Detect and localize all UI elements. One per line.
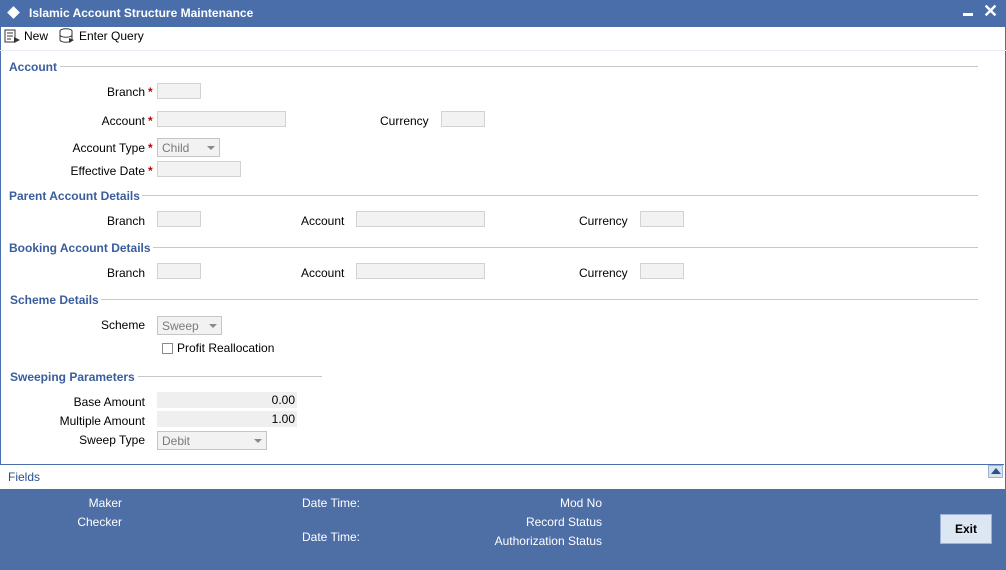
- window-diamond-icon: [7, 6, 20, 19]
- booking-currency-label: Currency: [579, 266, 628, 280]
- parent-account-label: Account: [301, 214, 345, 228]
- account-section-divider: [60, 66, 978, 67]
- base-amount-field[interactable]: 0.00: [157, 392, 297, 408]
- collapse-up-icon[interactable]: [988, 465, 1003, 478]
- parent-currency-label: Currency: [579, 214, 628, 228]
- new-icon: [4, 29, 20, 43]
- enter-query-label: Enter Query: [79, 29, 144, 43]
- account-currency-label: Currency: [380, 114, 429, 128]
- account-branch-label: Branch: [106, 85, 145, 99]
- booking-section-divider: [148, 247, 978, 248]
- maker-label: Maker: [88, 496, 122, 510]
- booking-account-field[interactable]: [356, 263, 485, 279]
- account-currency-field[interactable]: [441, 111, 485, 127]
- enter-query-icon: [59, 28, 74, 43]
- exit-button[interactable]: Exit: [940, 514, 992, 544]
- sweeping-section-title: Sweeping Parameters: [10, 370, 137, 384]
- chevron-down-icon: [254, 439, 262, 443]
- enter-query-button[interactable]: Enter Query: [58, 28, 148, 44]
- window-title: Islamic Account Structure Maintenance: [29, 6, 254, 20]
- effective-date-field[interactable]: [157, 161, 241, 177]
- account-section-title: Account: [9, 60, 59, 74]
- required-marker: *: [148, 114, 153, 128]
- fields-link[interactable]: Fields: [8, 470, 40, 484]
- fields-bar: [0, 464, 1004, 489]
- chevron-down-icon: [207, 146, 215, 150]
- scheme-select[interactable]: Sweep: [157, 316, 222, 335]
- parent-section-divider: [140, 195, 978, 196]
- profit-reallocation-label: Profit Reallocation: [177, 341, 275, 355]
- profit-reallocation-checkbox[interactable]: [162, 343, 173, 354]
- multiple-amount-label: Multiple Amount: [59, 414, 145, 428]
- parent-branch-field[interactable]: [157, 211, 201, 227]
- maker-date-time-label: Date Time:: [302, 496, 361, 510]
- booking-branch-label: Branch: [106, 266, 145, 280]
- parent-branch-label: Branch: [106, 214, 145, 228]
- sweep-type-value: Debit: [162, 434, 191, 448]
- account-type-select[interactable]: Child: [157, 138, 220, 157]
- authorization-status-label: Authorization Status: [494, 534, 602, 548]
- account-account-field[interactable]: [157, 111, 286, 127]
- window-title-bar: Islamic Account Structure Maintenance ✕: [0, 0, 1006, 27]
- parent-currency-field[interactable]: [640, 211, 684, 227]
- booking-account-label: Account: [301, 266, 345, 280]
- close-icon[interactable]: ✕: [983, 2, 998, 20]
- sweep-type-label: Sweep Type: [79, 433, 145, 447]
- account-branch-field[interactable]: [157, 83, 201, 99]
- record-status-label: Record Status: [525, 515, 602, 529]
- required-marker: *: [148, 85, 153, 99]
- audit-footer: Maker Checker Date Time: Date Time: Mod …: [0, 489, 1006, 570]
- required-marker: *: [148, 164, 153, 178]
- parent-section-title: Parent Account Details: [9, 189, 142, 203]
- booking-branch-field[interactable]: [157, 263, 201, 279]
- effective-date-label: Effective Date: [70, 164, 145, 178]
- required-marker: *: [148, 141, 153, 155]
- base-amount-label: Base Amount: [73, 395, 145, 409]
- scheme-section-title: Scheme Details: [10, 293, 101, 307]
- account-type-label: Account Type: [72, 141, 146, 155]
- parent-account-field[interactable]: [356, 211, 485, 227]
- multiple-amount-field[interactable]: 1.00: [157, 411, 297, 427]
- scheme-value: Sweep: [162, 319, 199, 333]
- toolbar-divider: [0, 50, 1006, 51]
- mod-no-label: Mod No: [559, 496, 602, 510]
- chevron-down-icon: [209, 324, 217, 328]
- checker-label: Checker: [77, 515, 122, 529]
- sweep-type-select[interactable]: Debit: [157, 431, 267, 450]
- booking-section-title: Booking Account Details: [9, 241, 153, 255]
- new-label: New: [24, 29, 49, 43]
- account-type-value: Child: [162, 141, 190, 155]
- booking-currency-field[interactable]: [640, 263, 684, 279]
- scheme-section-divider: [100, 299, 978, 300]
- minimize-icon[interactable]: [963, 13, 973, 16]
- account-account-label: Account: [101, 114, 145, 128]
- checker-date-time-label: Date Time:: [302, 530, 361, 544]
- sweeping-section-divider: [138, 376, 322, 377]
- new-button[interactable]: New: [4, 28, 52, 44]
- scheme-label: Scheme: [100, 318, 145, 332]
